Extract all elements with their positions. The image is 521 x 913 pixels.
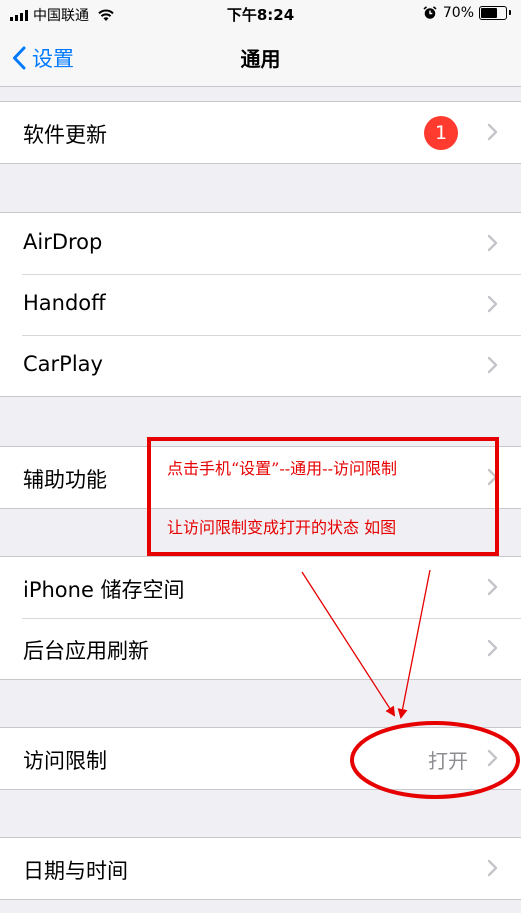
alarm-icon	[423, 6, 437, 19]
row-label: 辅助功能	[23, 468, 107, 492]
row-software-update[interactable]: 软件更新 1	[0, 102, 521, 163]
row-label: 日期与时间	[23, 859, 128, 883]
chevron-right-icon	[487, 578, 498, 596]
row-airdrop[interactable]: AirDrop	[0, 213, 521, 274]
battery-fill	[481, 8, 498, 18]
row-label: CarPlay	[23, 352, 103, 376]
page-title: 通用	[240, 47, 281, 71]
row-iphone-storage[interactable]: iPhone 储存空间	[0, 557, 521, 618]
row-carplay[interactable]: CarPlay	[0, 335, 521, 396]
group-restrictions: 访问限制 打开	[0, 727, 521, 790]
row-label: 后台应用刷新	[23, 639, 149, 663]
row-label: 访问限制	[23, 749, 107, 773]
group-continuity: AirDrop Handoff CarPlay	[0, 212, 521, 397]
navigation-bar: 设置 通用	[0, 28, 521, 87]
battery-percent: 70%	[442, 5, 474, 21]
chevron-right-icon	[487, 468, 498, 486]
group-storage: iPhone 储存空间 后台应用刷新	[0, 556, 521, 680]
group-date-time: 日期与时间	[0, 837, 521, 900]
battery-icon	[479, 6, 511, 20]
status-right: 70%	[423, 5, 511, 21]
row-label: 软件更新	[23, 123, 107, 147]
chevron-right-icon	[487, 295, 498, 313]
group-software-update: 软件更新 1	[0, 101, 521, 164]
annotation-text-line1: 点击手机“设置”--通用--访问限制	[167, 459, 397, 478]
chevron-right-icon	[487, 123, 498, 141]
chevron-right-icon	[487, 639, 498, 657]
annotation-text-line2: 让访问限制变成打开的状态 如图	[167, 518, 397, 537]
chevron-right-icon	[487, 356, 498, 374]
chevron-right-icon	[487, 234, 498, 252]
chevron-right-icon	[487, 859, 498, 877]
row-label: AirDrop	[23, 230, 103, 254]
row-label: Handoff	[23, 291, 106, 315]
row-background-refresh[interactable]: 后台应用刷新	[0, 618, 521, 679]
row-restrictions[interactable]: 访问限制 打开	[0, 728, 521, 789]
update-badge: 1	[424, 116, 458, 150]
row-label: iPhone 储存空间	[23, 578, 185, 602]
restrictions-status: 打开	[428, 749, 468, 773]
row-handoff[interactable]: Handoff	[0, 274, 521, 335]
chevron-right-icon	[487, 749, 498, 767]
row-date-time[interactable]: 日期与时间	[0, 838, 521, 899]
status-bar: 中国联通 下午8:24 70%	[0, 0, 521, 28]
